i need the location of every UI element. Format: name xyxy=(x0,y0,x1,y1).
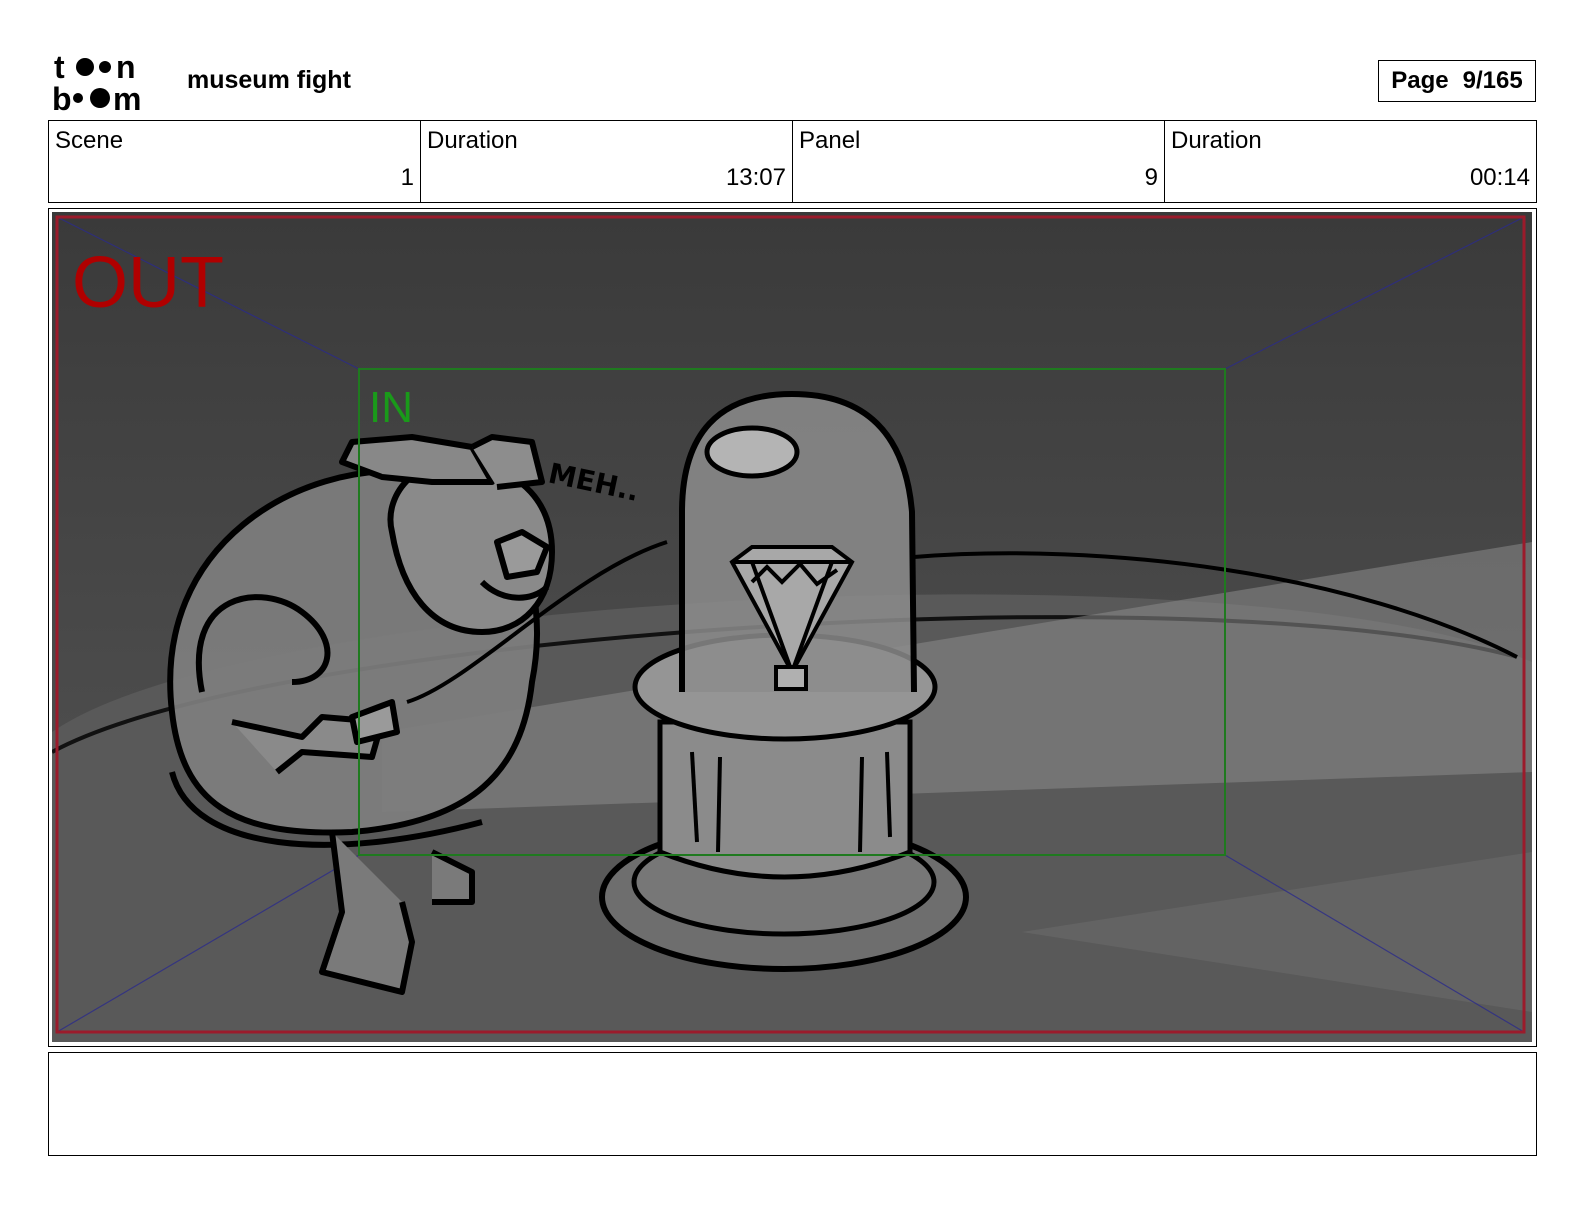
scene-duration-label: Duration xyxy=(427,127,518,154)
scene-value: 1 xyxy=(400,164,414,191)
panel-notes-box xyxy=(48,1052,1537,1156)
page-number: 9/165 xyxy=(1462,67,1523,94)
toon-boom-logo: t n b m xyxy=(52,49,141,112)
svg-text:n: n xyxy=(116,49,136,85)
scene-duration-cell: Duration 13:07 xyxy=(421,121,793,202)
panel-info-table: Scene 1 Duration 13:07 Panel 9 Duration … xyxy=(48,120,1537,203)
scene-duration-value: 13:07 xyxy=(725,164,786,191)
in-label: IN xyxy=(369,383,413,432)
panel-duration-value: 00:14 xyxy=(1469,164,1530,191)
svg-text:t: t xyxy=(54,49,65,85)
page-indicator: Page 9/165 xyxy=(1378,60,1536,102)
panel-drawing: MEH.. IN OUT xyxy=(52,212,1532,1042)
panel-label: Panel xyxy=(799,127,861,154)
page-label: Page xyxy=(1391,67,1449,94)
scene-cell: Scene 1 xyxy=(49,121,421,202)
panel-cell: Panel 9 xyxy=(793,121,1165,202)
document-title: museum fight xyxy=(187,66,351,94)
panel-value: 9 xyxy=(1144,164,1158,191)
svg-text:b: b xyxy=(52,81,72,112)
panel-duration-cell: Duration 00:14 xyxy=(1165,121,1536,202)
panel-duration-label: Duration xyxy=(1171,127,1262,154)
storyboard-panel: MEH.. IN OUT xyxy=(48,208,1537,1047)
svg-text:m: m xyxy=(113,81,141,112)
scene-label: Scene xyxy=(55,127,124,154)
out-label: OUT xyxy=(72,243,224,323)
